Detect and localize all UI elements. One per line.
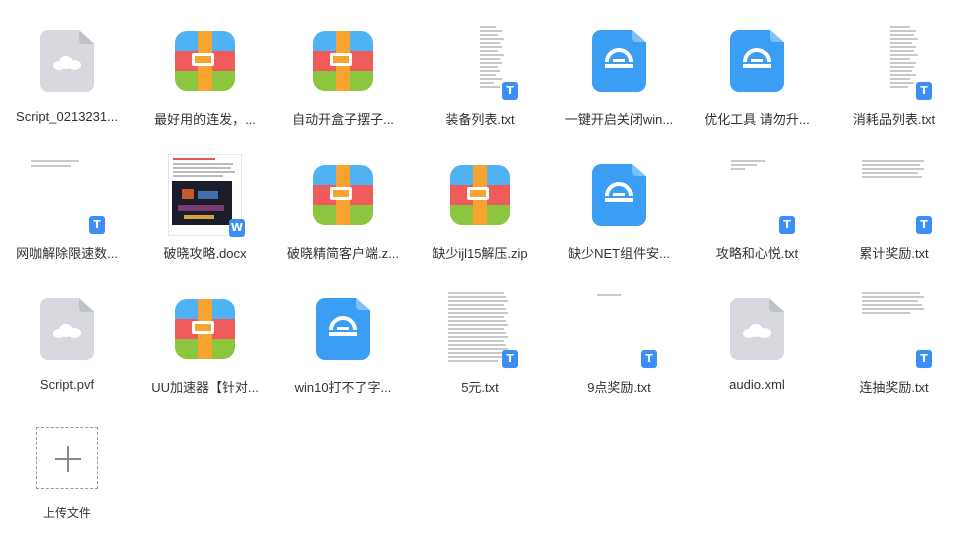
txt-preview: T <box>444 22 518 100</box>
file-item[interactable]: T 网咖解除限速数... <box>0 142 136 268</box>
file-item[interactable]: 最好用的连发，... <box>136 8 274 134</box>
file-name: 优化工具 请勿升... <box>704 112 810 127</box>
file-item[interactable]: 优化工具 请勿升... <box>688 8 826 134</box>
file-thumb <box>579 16 659 106</box>
cloud-file-icon <box>730 298 784 360</box>
file-name: win10打不了字... <box>294 380 392 395</box>
file-thumb <box>717 16 797 106</box>
archive-icon <box>175 31 235 91</box>
txt-badge-icon: T <box>89 216 105 234</box>
archive-icon <box>313 31 373 91</box>
file-thumb <box>303 284 383 374</box>
file-name: 一键开启关闭win... <box>564 112 674 127</box>
file-item[interactable]: T 装备列表.txt <box>411 8 549 134</box>
txt-badge-icon: T <box>779 216 795 234</box>
file-item[interactable]: T 消耗品列表.txt <box>825 8 963 134</box>
file-name: 装备列表.txt <box>445 112 515 127</box>
app-icon <box>730 30 784 92</box>
txt-preview: T <box>583 290 657 368</box>
file-name: UU加速器【针对... <box>151 380 259 395</box>
upload-label: 上传文件 <box>42 506 91 520</box>
txt-badge-icon: T <box>641 350 657 368</box>
app-icon <box>592 164 646 226</box>
file-name: 最好用的连发，... <box>154 112 256 127</box>
file-item[interactable]: 破晓精简客户端.z... <box>274 142 412 268</box>
txt-preview: T <box>858 22 932 100</box>
cloud-file-icon <box>40 30 94 92</box>
file-name: 5元.txt <box>461 380 499 395</box>
file-thumb <box>165 284 245 374</box>
file-name: audio.xml <box>729 377 785 392</box>
file-thumb: T <box>440 16 520 106</box>
file-item[interactable]: 缺少ijl15解压.zip <box>411 142 549 268</box>
file-name: 破晓攻略.docx <box>163 246 247 261</box>
file-item[interactable]: T 攻略和心悦.txt <box>688 142 826 268</box>
archive-icon <box>313 165 373 225</box>
file-thumb <box>717 284 797 374</box>
file-name: 自动开盒子摆子... <box>292 112 394 127</box>
file-thumb <box>579 150 659 240</box>
file-thumb: T <box>854 150 934 240</box>
txt-preview: T <box>858 156 932 234</box>
txt-badge-icon: T <box>916 216 932 234</box>
file-thumb <box>27 284 107 374</box>
txt-preview: T <box>858 290 932 368</box>
file-thumb: T <box>854 16 934 106</box>
file-item[interactable]: 自动开盒子摆子... <box>274 8 412 134</box>
file-item[interactable]: UU加速器【针对... <box>136 276 274 402</box>
file-thumb: T <box>579 284 659 374</box>
file-item[interactable]: T 9点奖励.txt <box>550 276 688 402</box>
docx-preview: W <box>168 154 245 237</box>
file-item[interactable]: Script_0213231... <box>0 8 136 134</box>
file-item[interactable]: T 连抽奖励.txt <box>825 276 963 402</box>
file-thumb: T <box>717 150 797 240</box>
file-thumb: W <box>165 150 245 240</box>
txt-badge-icon: T <box>502 350 518 368</box>
file-name: 缺少NET组件安... <box>568 246 670 261</box>
file-item[interactable]: T 5元.txt <box>411 276 549 402</box>
file-name: 连抽奖励.txt <box>859 380 929 395</box>
file-grid: Script_0213231... 最好用的连发，... 自动开盒子摆子... <box>0 0 963 536</box>
file-item[interactable]: Script.pvf <box>0 276 136 402</box>
file-item[interactable]: W 破晓攻略.docx <box>136 142 274 268</box>
upload-button[interactable] <box>36 427 98 489</box>
file-thumb: T <box>440 284 520 374</box>
txt-preview: T <box>444 290 518 368</box>
file-thumb <box>440 150 520 240</box>
txt-preview: T <box>31 156 105 234</box>
file-name: 缺少ijl15解压.zip <box>432 246 528 261</box>
file-name: 消耗品列表.txt <box>852 112 936 127</box>
file-thumb <box>27 16 107 106</box>
file-item[interactable]: T 累计奖励.txt <box>825 142 963 268</box>
txt-badge-icon: T <box>916 82 932 100</box>
app-icon <box>592 30 646 92</box>
file-thumb <box>165 16 245 106</box>
file-item[interactable]: 缺少NET组件安... <box>550 142 688 268</box>
txt-badge-icon: T <box>502 82 518 100</box>
cloud-file-icon <box>40 298 94 360</box>
archive-icon <box>450 165 510 225</box>
file-thumb <box>303 150 383 240</box>
file-name: 攻略和心悦.txt <box>715 246 799 261</box>
file-item[interactable]: audio.xml <box>688 276 826 402</box>
app-icon <box>316 298 370 360</box>
file-name: 破晓精简客户端.z... <box>287 246 399 261</box>
txt-badge-icon: T <box>916 350 932 368</box>
file-name: Script.pvf <box>39 377 95 392</box>
file-thumb <box>303 16 383 106</box>
txt-preview: T <box>721 156 795 234</box>
file-thumb: T <box>27 150 107 240</box>
file-item[interactable]: 一键开启关闭win... <box>550 8 688 134</box>
file-thumb: T <box>854 284 934 374</box>
file-name: 网咖解除限速数... <box>16 246 118 261</box>
file-name: 累计奖励.txt <box>859 246 929 261</box>
file-name: Script_0213231... <box>16 109 118 124</box>
word-badge-icon: W <box>229 219 245 237</box>
file-name: 9点奖励.txt <box>587 380 651 395</box>
archive-icon <box>175 299 235 359</box>
file-item[interactable]: win10打不了字... <box>274 276 412 402</box>
